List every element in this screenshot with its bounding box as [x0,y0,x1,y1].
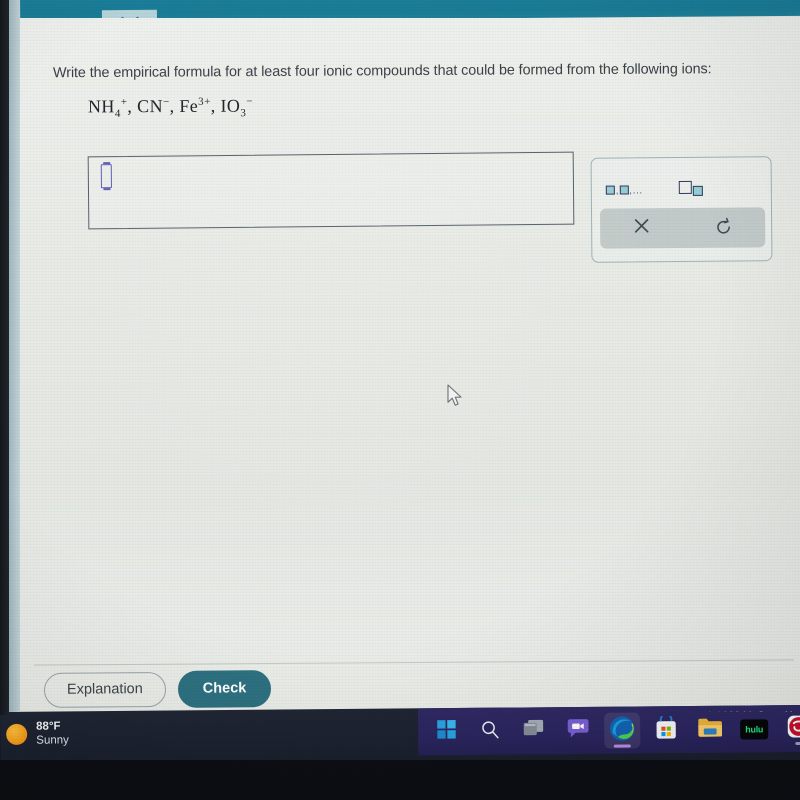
chat-button[interactable] [560,713,596,749]
math-input-palette: , , ... [590,156,773,263]
palette-comma-1: , [615,185,619,196]
palette-base-square [678,180,692,195]
palette-symbol-row: , , ... [592,165,773,201]
store-button[interactable] [648,712,684,748]
undo-button[interactable] [682,207,765,248]
subscript-icon[interactable] [678,172,703,196]
windows-start-icon [436,720,456,744]
weather-temperature: 88°F [36,720,61,733]
ion-iodate: IO3− [220,95,253,120]
edge-active-indicator [613,744,631,748]
security-shield-icon [786,714,800,744]
microsoft-store-icon [654,712,678,745]
edge-browser-icon [609,715,635,746]
undo-arrow-icon [715,216,733,239]
search-button[interactable] [472,714,508,750]
task-view-button[interactable] [516,713,552,749]
palette-action-row [599,207,766,249]
taskbar-icon-row: hulu [428,711,800,750]
palette-ellipsis: ... [632,185,643,196]
ion-separator-2: , [169,95,180,117]
sun-icon [6,723,28,745]
weather-widget[interactable]: 88°F Sunny [6,719,69,747]
explanation-button[interactable]: Explanation [43,671,166,708]
ion-list: NH4+, CN−, Fe3+, IO3− [88,96,253,120]
edge-button[interactable] [604,712,641,749]
ion-separator-3: , [210,95,221,116]
close-x-icon [633,217,650,239]
ion-separator-1: , [127,96,138,117]
chat-icon [567,718,589,744]
hulu-icon: hulu [740,719,769,740]
screenshot-root: Write the empirical formula for at least… [0,0,800,800]
search-icon [480,719,500,744]
action-bar: Explanation Check [43,670,272,708]
monitor-bezel-dark [0,0,9,715]
security-app-button[interactable] [780,711,800,747]
palette-square-1 [605,185,615,195]
weather-text: 88°F Sunny [36,719,69,747]
ion-ammonium: NH4+ [87,96,128,120]
palette-square-2 [619,185,629,195]
hulu-button[interactable]: hulu [736,711,772,747]
check-button[interactable]: Check [177,670,272,708]
task-view-icon [523,719,545,743]
security-running-indicator [795,742,800,746]
question-prompt: Write the empirical formula for at least… [52,61,712,82]
copyright-text: © 2022 McGraw H [706,710,793,712]
folder-icon [697,716,723,743]
clear-button[interactable] [600,208,683,249]
monitor-bezel-light [9,0,20,712]
desk-shadow [0,760,800,800]
mouse-cursor [447,384,464,413]
hulu-wordmark: hulu [745,724,764,735]
palette-comma-2: , [629,185,632,196]
text-entry-caret-icon [100,164,112,189]
ion-iron-iii: Fe3+ [179,95,211,116]
question-surface: Write the empirical formula for at least… [20,18,800,712]
file-explorer-button[interactable] [692,712,728,748]
aleks-page: Write the empirical formula for at least… [20,0,800,712]
action-bar-divider [34,659,794,666]
palette-subscript-square [692,185,703,196]
weather-condition: Sunny [36,734,69,747]
start-button[interactable] [428,714,464,750]
answer-input[interactable] [87,151,575,230]
list-of-formulas-icon[interactable]: , , ... [605,172,643,196]
ion-cyanide: CN− [137,96,170,117]
